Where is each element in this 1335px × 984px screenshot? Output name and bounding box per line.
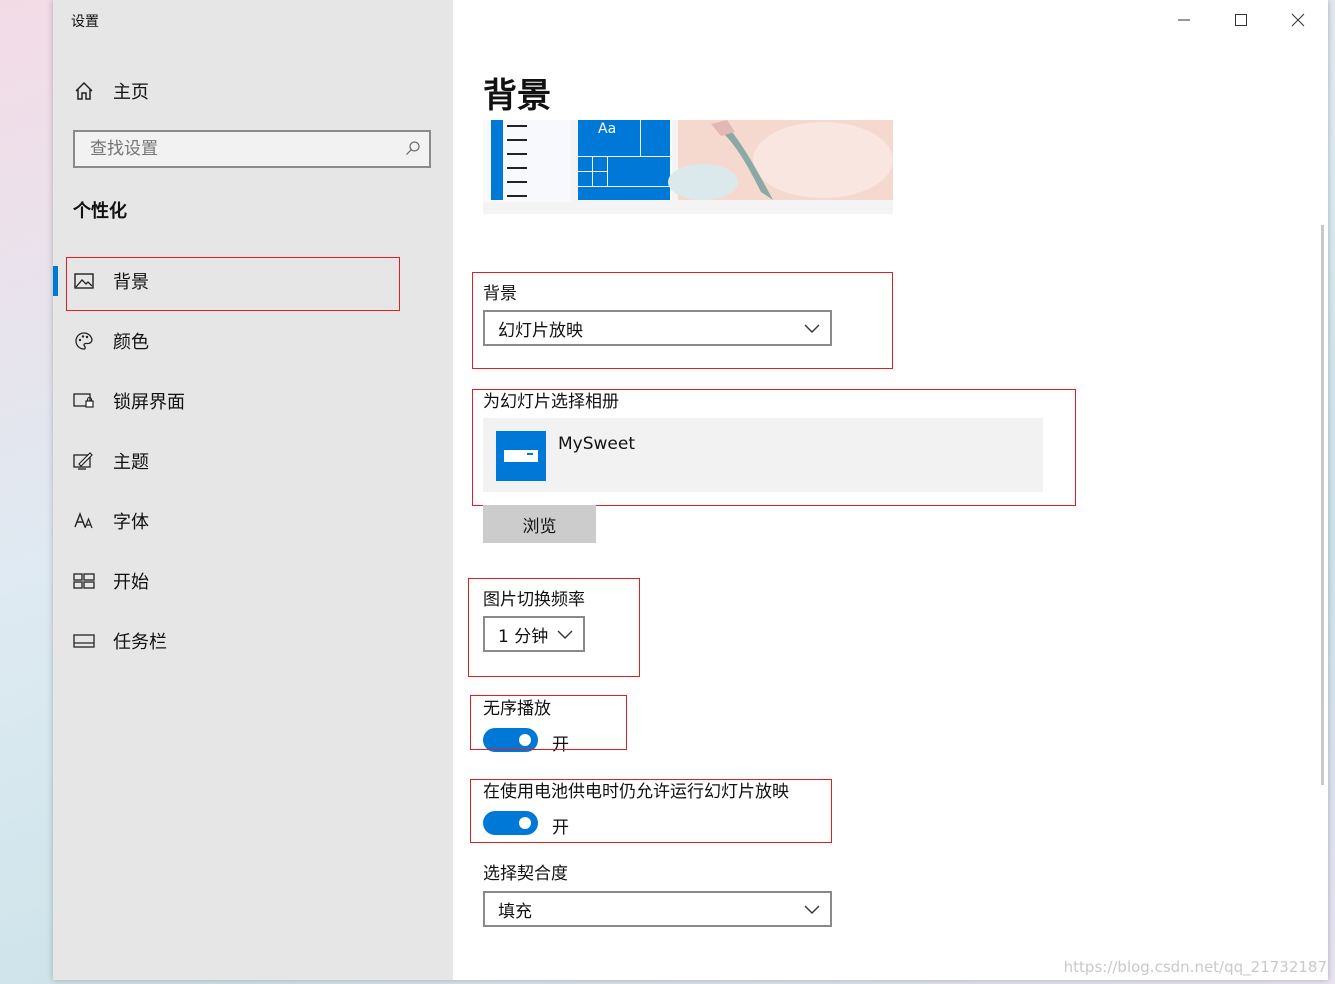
settings-window: 设置 主页 个性化 背景 颜色 bbox=[53, 0, 1328, 980]
chevron-down-icon bbox=[557, 630, 573, 639]
image-icon bbox=[73, 270, 95, 292]
battery-state: 开 bbox=[552, 818, 569, 838]
browse-button[interactable]: 浏览 bbox=[483, 505, 596, 543]
background-dropdown[interactable]: 幻灯片放映 bbox=[483, 310, 832, 346]
shuffle-label: 无序播放 bbox=[483, 699, 551, 719]
section-title: 个性化 bbox=[73, 201, 127, 222]
sidebar-item-home[interactable]: 主页 bbox=[53, 66, 453, 116]
scrollbar[interactable] bbox=[1321, 225, 1324, 785]
battery-toggle[interactable] bbox=[483, 811, 538, 835]
minimize-button[interactable] bbox=[1164, 6, 1204, 34]
frequency-dropdown[interactable]: 1 分钟 bbox=[483, 616, 585, 652]
sidebar-item-start[interactable]: 开始 bbox=[53, 556, 453, 606]
search-input[interactable] bbox=[88, 138, 392, 160]
battery-label: 在使用电池供电时仍允许运行幻灯片放映 bbox=[483, 782, 789, 802]
sidebar-item-taskbar[interactable]: 任务栏 bbox=[53, 616, 453, 666]
page-title: 背景 bbox=[483, 76, 551, 116]
album-label: 为幻灯片选择相册 bbox=[483, 392, 619, 412]
sidebar-item-colors[interactable]: 颜色 bbox=[53, 316, 453, 366]
search-icon[interactable] bbox=[405, 140, 421, 160]
chevron-down-icon bbox=[804, 324, 820, 333]
home-icon bbox=[73, 80, 95, 102]
sidebar-item-label: 开始 bbox=[113, 572, 149, 593]
frequency-label: 图片切换频率 bbox=[483, 590, 585, 610]
main-content: 背景 Aa 背景 幻灯片放映 为幻灯片选择相册 MySweet 浏览 图片切换频… bbox=[453, 0, 1328, 980]
sidebar-item-themes[interactable]: 主题 bbox=[53, 436, 453, 486]
sidebar-item-background[interactable]: 背景 bbox=[53, 256, 453, 306]
sidebar-item-label: 字体 bbox=[113, 512, 149, 533]
maximize-icon bbox=[1235, 14, 1247, 26]
album-item[interactable]: MySweet bbox=[483, 418, 1043, 492]
sidebar-item-label: 任务栏 bbox=[113, 632, 167, 653]
shuffle-state: 开 bbox=[552, 735, 569, 755]
maximize-button[interactable] bbox=[1221, 6, 1261, 34]
taskbar-icon bbox=[73, 630, 95, 652]
minimize-icon bbox=[1178, 19, 1190, 21]
sidebar-item-label: 主页 bbox=[113, 82, 149, 103]
fit-dropdown-value: 填充 bbox=[498, 901, 532, 922]
app-title: 设置 bbox=[71, 14, 99, 30]
frequency-dropdown-value: 1 分钟 bbox=[498, 626, 549, 647]
album-name: MySweet bbox=[558, 434, 636, 454]
background-dropdown-value: 幻灯片放映 bbox=[498, 320, 583, 341]
preview-sample-text: Aa bbox=[598, 121, 616, 137]
sidebar-item-label: 颜色 bbox=[113, 332, 149, 353]
sidebar-item-label: 主题 bbox=[113, 452, 149, 473]
sidebar-item-fonts[interactable]: 字体 bbox=[53, 496, 453, 546]
close-icon bbox=[1291, 13, 1305, 27]
close-button[interactable] bbox=[1278, 6, 1318, 34]
shuffle-toggle[interactable] bbox=[483, 728, 538, 752]
palette-icon bbox=[73, 330, 95, 352]
sidebar-item-label: 锁屏界面 bbox=[113, 392, 185, 413]
sidebar-item-label: 背景 bbox=[113, 272, 149, 293]
watermark: https://blog.csdn.net/qq_21732187 bbox=[1063, 958, 1327, 976]
sidebar: 设置 主页 个性化 背景 颜色 bbox=[53, 0, 453, 980]
font-icon bbox=[73, 510, 95, 532]
background-preview: Aa bbox=[483, 120, 893, 214]
album-folder-icon bbox=[496, 431, 546, 481]
start-icon bbox=[73, 570, 95, 592]
background-label: 背景 bbox=[483, 284, 517, 304]
lock-screen-icon bbox=[73, 390, 95, 412]
fit-dropdown[interactable]: 填充 bbox=[483, 891, 832, 927]
search-box[interactable] bbox=[73, 130, 431, 168]
chevron-down-icon bbox=[804, 905, 820, 914]
preview-image: Aa bbox=[483, 120, 893, 202]
fit-label: 选择契合度 bbox=[483, 864, 568, 884]
theme-icon bbox=[73, 450, 95, 472]
sidebar-item-lock-screen[interactable]: 锁屏界面 bbox=[53, 376, 453, 426]
